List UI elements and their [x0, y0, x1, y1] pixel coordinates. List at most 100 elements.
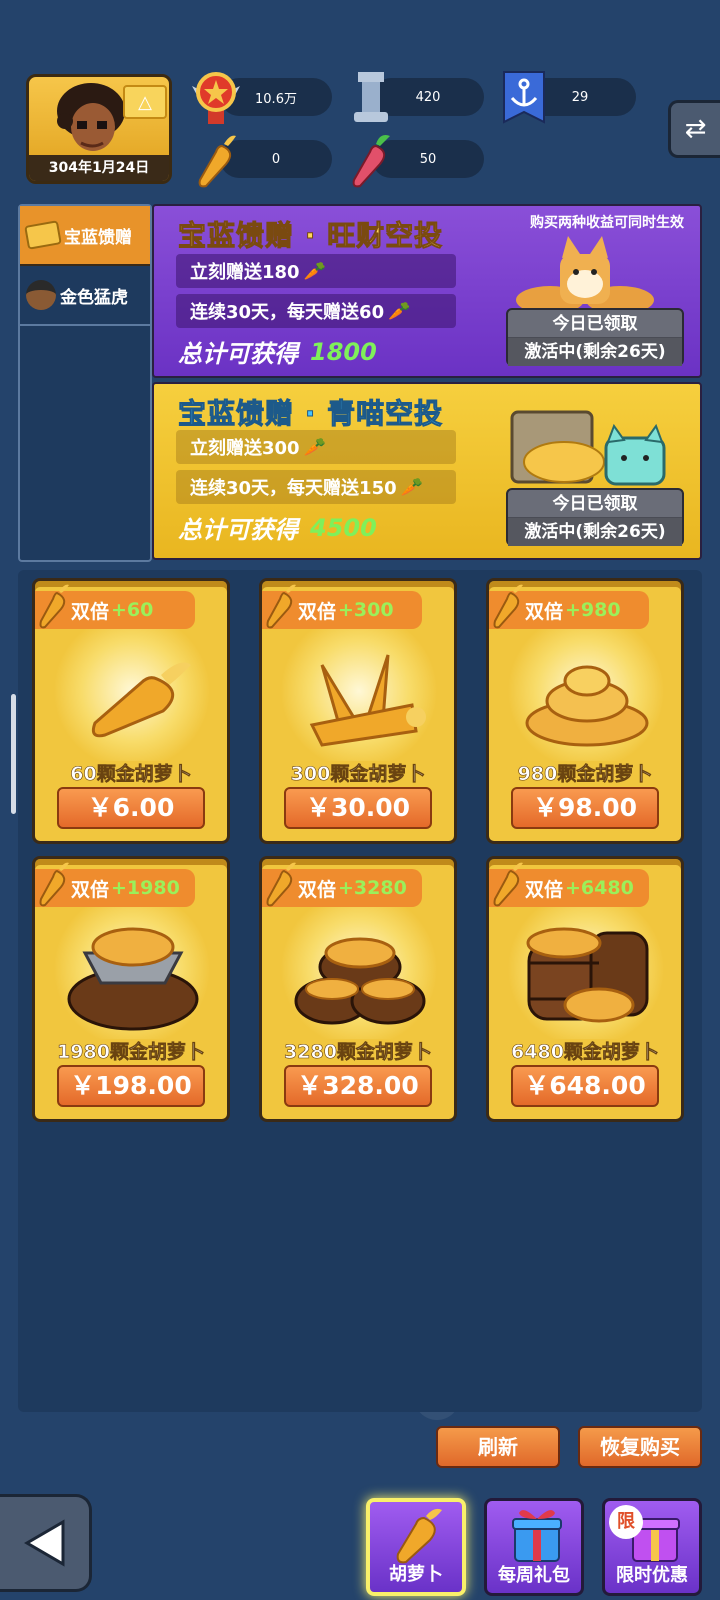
red-carrot-value: 50 — [419, 151, 437, 167]
medal-icon — [192, 72, 240, 124]
player-avatar[interactable]: △ 304年1月24日 — [26, 74, 172, 184]
sidebar-item-golden-tiger[interactable]: 金色猛虎 — [20, 266, 150, 326]
daily-reward-row: 连续30天，每天赠送150 🥕 — [176, 470, 456, 504]
shop-item-300[interactable]: 双倍 +300 300颗金胡萝卜 ￥30.00 — [259, 578, 457, 844]
gold-carrot-value: 0 — [271, 151, 281, 167]
gold-carrot-icon: 🥕 — [303, 436, 326, 458]
total-value: 1800 — [310, 337, 377, 366]
shop-item-6480[interactable]: 双倍 +6480 6480颗金胡萝卜 ￥648.00 — [486, 856, 684, 1122]
double-label: 双倍 — [298, 878, 337, 901]
tab-label: 限时优惠 — [616, 1565, 688, 1586]
shop-item-60[interactable]: 双倍 +60 60颗金胡萝卜 ￥6.00 — [32, 578, 230, 844]
promo-title: 宝蓝馈赠 · 旺财空投 — [177, 219, 444, 253]
restore-purchase-button[interactable]: 恢复购买 — [578, 1426, 702, 1468]
daily-reward-row: 连续30天，每天赠送60 🥕 — [176, 294, 456, 328]
pirate-icon — [26, 280, 56, 310]
instant-reward-text: 立刻赠送300 — [190, 438, 300, 459]
claim-status: 今日已领取 — [508, 490, 682, 518]
promo-note: 购买两种收益可同时生效 — [530, 215, 684, 231]
bonus-value: +300 — [338, 599, 394, 621]
limited-badge: 限 — [609, 1505, 643, 1539]
category-sidebar: 宝蓝馈赠 金色猛虎 — [18, 204, 152, 562]
bonus-value: +6480 — [565, 877, 634, 899]
instant-reward-text: 立刻赠送180 — [190, 262, 300, 283]
shop-panel: 双倍 +60 60颗金胡萝卜 ￥6.00 双倍 +300 300颗金胡萝卜 ￥3… — [18, 570, 702, 1412]
character-portrait-icon — [57, 83, 125, 151]
gold-carrot-icon — [39, 584, 69, 629]
carrot-bunch-icon — [309, 654, 426, 747]
active-remaining: 激活中(剩余26天) — [508, 518, 682, 546]
multiple-sacks-icon — [294, 937, 426, 1025]
refresh-button[interactable]: 刷新 — [436, 1426, 560, 1468]
red-carrot-icon: 🥕 — [388, 300, 411, 322]
shop-item-1980[interactable]: 双倍 +1980 1980颗金胡萝卜 ￥198.00 — [32, 856, 230, 1122]
tab-carrot[interactable]: 胡萝卜 — [366, 1498, 466, 1596]
buy-button[interactable]: ￥98.00 — [511, 787, 659, 829]
total-label: 总计可获得 — [178, 340, 298, 368]
total-value: 4500 — [310, 513, 377, 542]
item-name: 60颗金胡萝卜 — [70, 763, 192, 786]
instant-reward-row: 立刻赠送180 🥕 — [176, 254, 456, 288]
bonus-value: +60 — [111, 599, 154, 621]
anchor-value: 29 — [571, 89, 589, 105]
game-date: 304年1月24日 — [29, 155, 169, 181]
buy-button[interactable]: ￥198.00 — [57, 1065, 205, 1107]
instant-reward-row: 立刻赠送300 🥕 — [176, 430, 456, 464]
single-carrot-icon — [91, 662, 191, 738]
carrot-icon — [396, 1508, 442, 1564]
red-carrot-icon: 🥕 — [400, 476, 424, 498]
buy-button[interactable]: ￥648.00 — [511, 1065, 659, 1107]
back-button[interactable] — [0, 1494, 92, 1592]
bonus-value: +1980 — [111, 877, 180, 899]
scroll-indicator[interactable] — [11, 694, 16, 814]
promo-card-wangcai[interactable]: 宝蓝馈赠 · 旺财空投 购买两种收益可同时生效 立刻赠送180 🥕 连续30天，… — [152, 204, 702, 378]
shop-item-3280[interactable]: 双倍 +3280 3280颗金胡萝卜 ￥328.00 — [259, 856, 457, 1122]
tab-weekly-gift[interactable]: 每周礼包 — [484, 1498, 584, 1596]
sidebar-item-label: 宝蓝馈赠 — [64, 227, 132, 248]
item-name: 980颗金胡萝卜 — [517, 763, 653, 786]
shop-item-980[interactable]: 双倍 +980 980颗金胡萝卜 ￥98.00 — [486, 578, 684, 844]
double-label: 双倍 — [298, 600, 337, 623]
anchor-banner-icon — [503, 71, 545, 124]
triangle-rank-icon: △ — [138, 91, 152, 113]
carrot-barrel-icon — [526, 927, 649, 1023]
tower-icon — [354, 72, 388, 122]
medal-value: 10.6万 — [255, 91, 297, 107]
ticket-icon — [24, 220, 62, 250]
double-label: 双倍 — [525, 878, 564, 901]
claim-status: 今日已领取 — [508, 310, 682, 338]
claim-status-button[interactable]: 今日已领取 激活中(剩余26天) — [506, 488, 684, 546]
total-label: 总计可获得 — [178, 516, 298, 544]
carrot-pile-icon — [525, 665, 649, 747]
vault-cat-icon — [510, 410, 666, 486]
claim-status-button[interactable]: 今日已领取 激活中(剩余26天) — [506, 308, 684, 366]
total-reward: 总计可获得 1800 — [178, 334, 377, 369]
red-carrot-icon — [352, 135, 390, 188]
item-name: 6480颗金胡萝卜 — [511, 1041, 659, 1064]
promo-card-qingmiao[interactable]: 宝蓝馈赠 · 青喵空投 立刻赠送300 🥕 连续30天，每天赠送150 🥕 总计… — [152, 382, 702, 560]
tab-label: 每周礼包 — [498, 1565, 570, 1586]
swap-button[interactable]: ⇄ — [668, 100, 720, 158]
sidebar-item-label: 金色猛虎 — [60, 287, 128, 308]
buy-button[interactable]: ￥30.00 — [284, 787, 432, 829]
buy-button[interactable]: ￥6.00 — [57, 787, 205, 829]
gold-carrot-icon: 🥕 — [303, 260, 326, 282]
gift-box-icon — [512, 1510, 562, 1562]
tower-value: 420 — [415, 89, 441, 105]
promo-title: 宝蓝馈赠 · 青喵空投 — [177, 397, 444, 431]
daily-reward-text: 连续30天，每天赠送150 — [190, 478, 397, 499]
shiba-dog-icon — [516, 236, 654, 314]
item-name: 1980颗金胡萝卜 — [57, 1041, 205, 1064]
gold-carrot-icon — [266, 584, 296, 629]
item-name: 300颗金胡萝卜 — [290, 763, 426, 786]
gold-carrot-icon — [493, 584, 523, 629]
total-reward: 总计可获得 4500 — [178, 510, 377, 545]
bonus-value: +980 — [565, 599, 621, 621]
tab-limited-offer[interactable]: 限 限时优惠 — [602, 1498, 702, 1596]
buy-button[interactable]: ￥328.00 — [284, 1065, 432, 1107]
double-label: 双倍 — [71, 878, 110, 901]
carrot-sack-icon — [67, 927, 199, 1031]
rank-badge: △ — [123, 85, 167, 119]
sidebar-item-blue-gift[interactable]: 宝蓝馈赠 — [20, 206, 150, 266]
back-arrow-icon — [23, 1519, 64, 1567]
